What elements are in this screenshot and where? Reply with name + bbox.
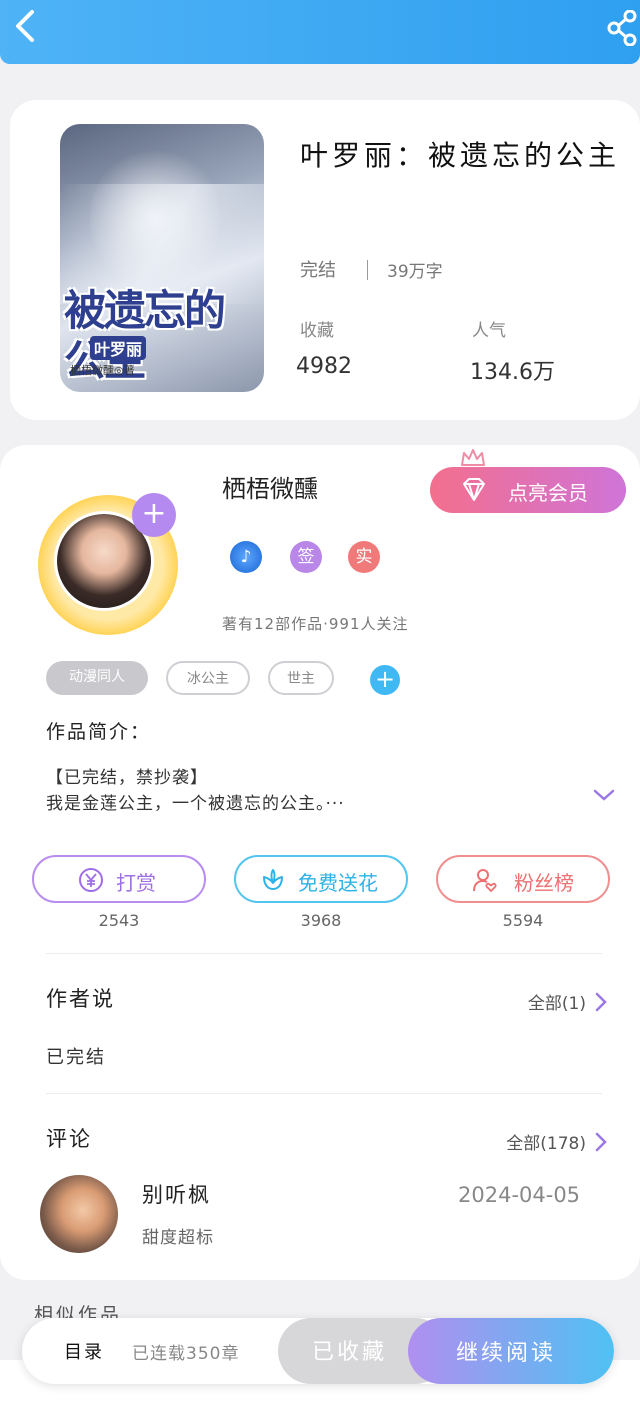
send-flower-button[interactable]: 免费送花	[234, 855, 408, 903]
author-name[interactable]: 栖梧微醺	[222, 469, 318, 504]
crown-icon	[461, 449, 485, 466]
collected-label: 已收藏	[312, 1340, 388, 1365]
comment-date: 2024-04-05	[458, 1183, 581, 1207]
intro-text[interactable]: 【已完结，禁抄袭】 我是金莲公主，一个被遗忘的公主。···	[46, 765, 566, 817]
divider	[46, 1093, 602, 1094]
continue-reading-label: 继续阅读	[456, 1341, 557, 1366]
comments-more-link[interactable]: 全部(178)	[506, 1129, 586, 1154]
continue-reading-button[interactable]: 继续阅读	[408, 1318, 614, 1384]
yen-coin-icon	[79, 868, 103, 892]
tag-item[interactable]: 世主	[268, 661, 334, 695]
related-works-title: 相似作品	[34, 1304, 123, 1318]
commenter-avatar[interactable]	[40, 1175, 118, 1253]
signed-badge: 签	[290, 541, 322, 573]
book-word-count: 39万字	[387, 262, 443, 282]
comment-text[interactable]: 甜度超标	[142, 1223, 214, 1248]
book-status: 完结	[300, 260, 336, 281]
popularity-label: 人气	[472, 321, 506, 341]
book-info-card: 被遗忘的公主 叶罗丽 栖梧微醺◎著 叶罗丽：被遗忘的公主 完结 39万字 收藏 …	[10, 100, 640, 420]
music-badge-icon: ♪	[230, 541, 262, 573]
author-says-content[interactable]: 已完结	[46, 1043, 106, 1069]
flower-count: 3968	[300, 911, 342, 930]
book-title: 叶罗丽：被遗忘的公主	[300, 139, 621, 172]
chevron-down-icon[interactable]	[592, 787, 616, 803]
table-of-contents-link[interactable]: 目录	[64, 1338, 104, 1364]
favorites-value: 4982	[296, 354, 352, 379]
status-divider	[367, 260, 368, 280]
vip-button[interactable]: 点亮会员	[430, 467, 626, 513]
user-heart-icon	[473, 869, 497, 893]
favorites-label: 收藏	[300, 321, 334, 341]
follow-author-button[interactable]: +	[132, 493, 176, 537]
intro-label: 作品简介：	[46, 721, 152, 743]
diamond-icon	[463, 478, 485, 501]
commenter-name[interactable]: 别听枫	[142, 1179, 211, 1209]
comments-title: 评论	[46, 1127, 92, 1151]
reward-button[interactable]: 打赏	[32, 855, 206, 903]
fan-ranking-button[interactable]: 粉丝榜	[436, 855, 610, 903]
top-app-bar	[0, 0, 640, 64]
intro-line: 我是金莲公主，一个被遗忘的公主。···	[46, 794, 345, 814]
serial-chapter-count: 已连载350章	[132, 1344, 240, 1364]
book-cover-image[interactable]: 被遗忘的公主 叶罗丽 栖梧微醺◎著	[60, 124, 264, 392]
share-icon[interactable]	[606, 10, 638, 46]
author-says-title: 作者说	[46, 987, 115, 1011]
fan-count: 5594	[502, 911, 544, 930]
chevron-right-icon[interactable]	[594, 1131, 608, 1153]
flower-icon	[263, 869, 283, 890]
send-flower-label: 免费送花	[298, 871, 378, 895]
add-tag-button[interactable]: +	[370, 665, 400, 695]
author-says-more-link[interactable]: 全部(1)	[528, 989, 586, 1014]
fan-ranking-label: 粉丝榜	[514, 871, 574, 895]
author-details-card: + 栖梧微醺 点亮会员 ♪ 签 实 著有12部作品·991人关注 动漫同人 冰公…	[0, 445, 640, 1280]
bottom-action-bar: 目录 已连载350章 已收藏 继续阅读	[22, 1318, 614, 1384]
popularity-value: 134.6万	[470, 360, 555, 385]
reward-count: 2543	[98, 911, 140, 930]
vip-label: 点亮会员	[508, 481, 588, 505]
verified-badge: 实	[348, 541, 380, 573]
chevron-right-icon[interactable]	[594, 991, 608, 1013]
intro-line: 【已完结，禁抄袭】	[46, 768, 208, 788]
reward-label: 打赏	[116, 871, 156, 895]
tag-item[interactable]: 动漫同人	[46, 661, 148, 695]
tag-item[interactable]: 冰公主	[166, 661, 250, 695]
author-meta: 著有12部作品·991人关注	[222, 615, 409, 633]
back-arrow-icon[interactable]	[8, 6, 44, 46]
divider	[46, 953, 602, 954]
cover-author: 栖梧微醺◎著	[70, 364, 135, 377]
cover-subtitle: 叶罗丽	[90, 336, 147, 360]
